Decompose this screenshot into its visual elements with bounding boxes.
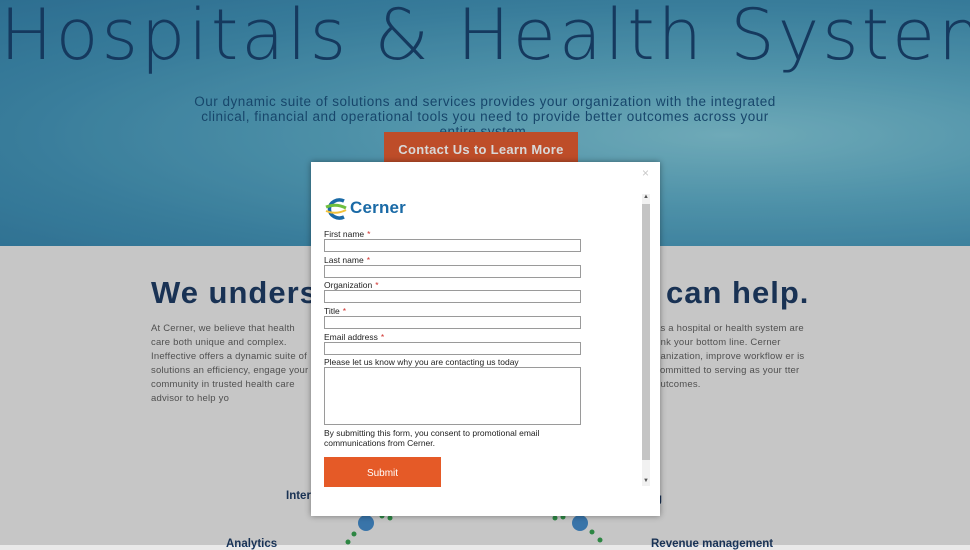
email-field[interactable]	[324, 342, 581, 355]
form-scroll-area: Cerner First name * Last name * Organizati…	[324, 192, 651, 487]
scroll-down-icon[interactable]: ▼	[643, 478, 649, 484]
message-label: Please let us know why you are contactin…	[324, 357, 519, 367]
last-name-field[interactable]	[324, 265, 581, 278]
message-textarea[interactable]	[324, 367, 581, 425]
last-name-label: Last name *	[324, 255, 371, 265]
first-name-label: First name *	[324, 229, 371, 239]
first-name-field[interactable]	[324, 239, 581, 252]
close-icon[interactable]: ×	[642, 166, 649, 180]
form-scrollbar[interactable]: ▲ ▼	[642, 194, 650, 486]
organization-field[interactable]	[324, 290, 581, 303]
submit-button[interactable]: Submit	[324, 457, 441, 487]
scroll-thumb[interactable]	[642, 204, 650, 460]
contact-form-modal: × Cerner First name * Last name * Organiza…	[311, 162, 660, 516]
cerner-logo-icon	[325, 198, 347, 220]
scroll-up-icon[interactable]: ▲	[643, 194, 649, 200]
title-field[interactable]	[324, 316, 581, 329]
cerner-logo-text: Cerner	[350, 198, 407, 217]
email-label: Email address *	[324, 332, 385, 342]
title-label: Title *	[324, 306, 347, 316]
organization-label: Organization *	[324, 280, 379, 290]
consent-text: By submitting this form, you consent to …	[324, 428, 540, 448]
